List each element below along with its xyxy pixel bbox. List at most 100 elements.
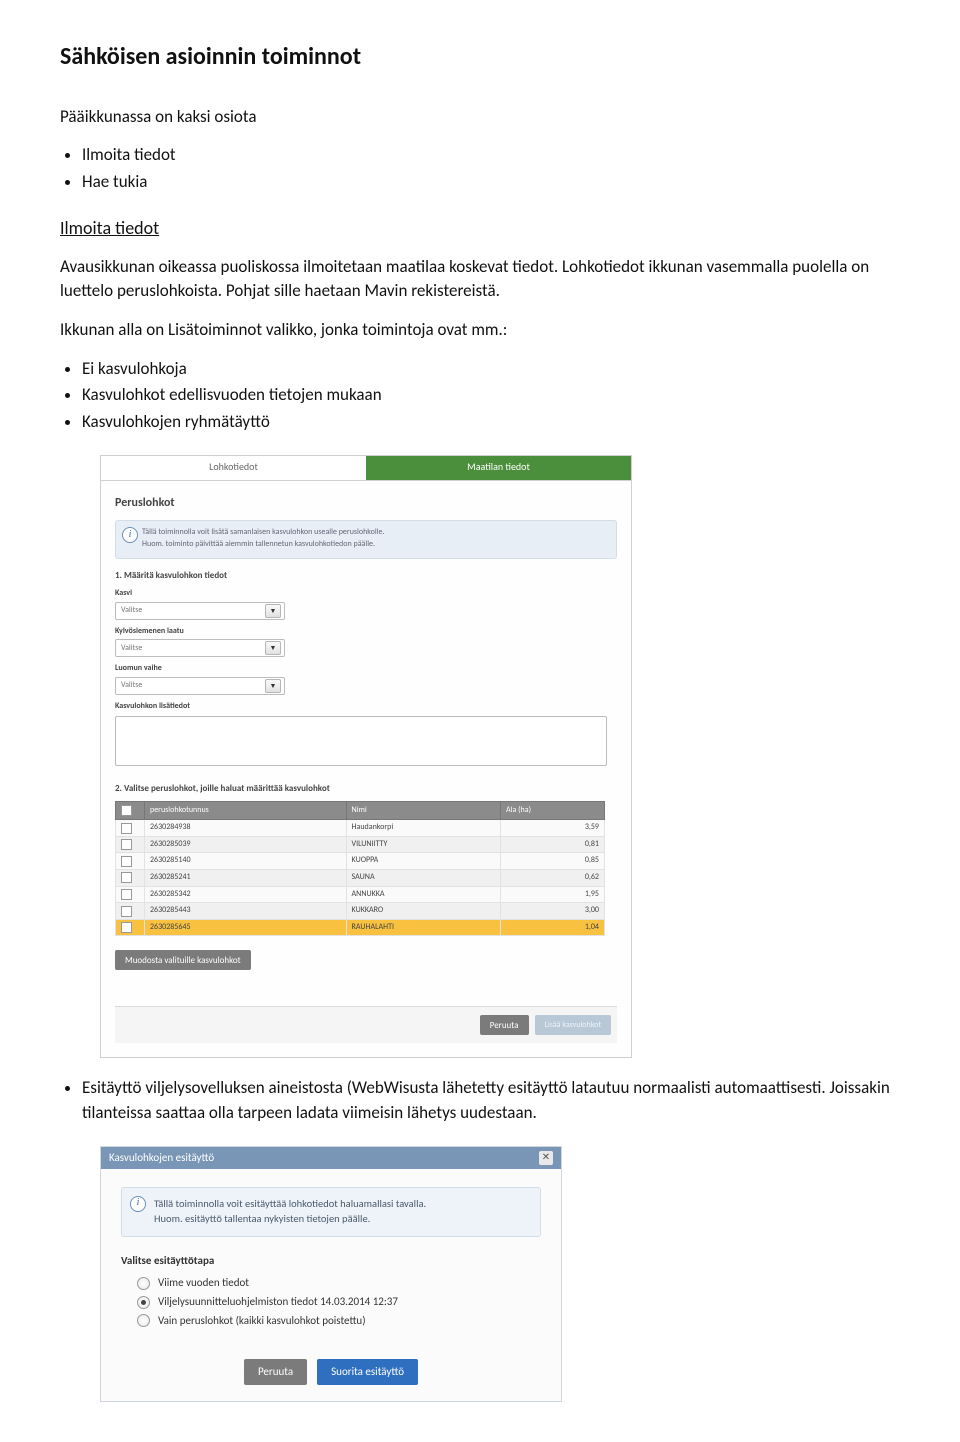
peruuta-button[interactable]: Peruuta bbox=[244, 1359, 307, 1385]
step-1-label: 1. Määritä kasvulohkon tiedot bbox=[115, 569, 617, 582]
footer-buttons: Peruuta Lisää kasvulohkot bbox=[115, 1006, 617, 1043]
info-box: i Tällä toiminnolla voit esitäyttää lohk… bbox=[121, 1187, 541, 1237]
paragraph: Ikkunan alla on Lisätoiminnot valikko, j… bbox=[60, 318, 900, 343]
info-text: Huom. esitäyttö tallentaa nykyisten tiet… bbox=[154, 1211, 530, 1226]
btn-line2: kasvulohkot bbox=[562, 1021, 601, 1030]
cell-tunnus: 2630285241 bbox=[145, 870, 347, 887]
row-checkbox[interactable] bbox=[121, 872, 132, 883]
page-title: Sähköisen asioinnin toiminnot bbox=[60, 40, 900, 75]
row-checkbox[interactable] bbox=[121, 823, 132, 834]
main-bullets: Ilmoita tiedot Hae tukia bbox=[82, 143, 900, 194]
radio-icon bbox=[137, 1314, 150, 1327]
info-text: Huom. toiminto päivittää aiemmin tallenn… bbox=[142, 539, 608, 551]
cell-tunnus: 2630285645 bbox=[145, 919, 347, 936]
chevron-down-icon: ▼ bbox=[265, 641, 281, 655]
dialog-titlebar: Kasvulohkojen esitäyttö ✕ bbox=[101, 1147, 561, 1169]
tab-maatilan-tiedot[interactable]: Maatilan tiedot bbox=[366, 456, 631, 480]
table-row[interactable]: 2630284938Haudankorpi3,59 bbox=[116, 820, 605, 837]
intro-text: Pääikkunassa on kaksi osiota bbox=[60, 105, 900, 130]
info-icon: i bbox=[130, 1196, 146, 1212]
field-label-lisatiedot: Kasvulohkon lisätiedot bbox=[115, 701, 617, 713]
row-checkbox[interactable] bbox=[121, 906, 132, 917]
cell-ala: 1,04 bbox=[501, 919, 605, 936]
field-label-kylvo: Kylvösiemenen laatu bbox=[115, 626, 617, 638]
cell-nimi: KUKKARO bbox=[346, 903, 500, 920]
chevron-down-icon: ▼ bbox=[265, 679, 281, 693]
cell-tunnus: 2630285039 bbox=[145, 836, 347, 853]
radio-icon bbox=[137, 1277, 150, 1290]
row-checkbox[interactable] bbox=[121, 889, 132, 900]
radio-label: Viime vuoden tiedot bbox=[158, 1275, 249, 1291]
checkbox-all[interactable] bbox=[121, 805, 132, 816]
list-item: Kasvulohkot edellisvuoden tietojen mukaa… bbox=[82, 383, 900, 408]
list-item: Ei kasvulohkoja bbox=[82, 357, 900, 382]
close-icon[interactable]: ✕ bbox=[539, 1151, 553, 1165]
radio-icon bbox=[137, 1296, 150, 1309]
screenshot-peruslohkot: Lohkotiedot Maatilan tiedot Peruslohkot … bbox=[100, 455, 632, 1059]
table-row[interactable]: 2630285241SAUNA0,62 bbox=[116, 870, 605, 887]
after-shot1-bullets: Esitäyttö viljelysovelluksen aineistosta… bbox=[82, 1076, 900, 1125]
select-value: Valitse bbox=[121, 680, 142, 692]
list-item: Esitäyttö viljelysovelluksen aineistosta… bbox=[82, 1076, 900, 1125]
screenshot-esitäyttö-dialog: Kasvulohkojen esitäyttö ✕ i Tällä toimin… bbox=[100, 1146, 562, 1402]
peruslohkot-table: peruslohkotunnus Nimi Ala (ha) 263028493… bbox=[115, 801, 605, 937]
dialog-heading: Valitse esitäyttötapa bbox=[121, 1253, 541, 1269]
radio-label: Vain peruslohkot (kaikki kasvulohkot poi… bbox=[158, 1313, 366, 1329]
cell-tunnus: 2630284938 bbox=[145, 820, 347, 837]
col-check bbox=[116, 801, 145, 820]
table-row[interactable]: 2630285039VILUNIITTY0,81 bbox=[116, 836, 605, 853]
panel-title: Peruslohkot bbox=[115, 495, 617, 512]
select-kylvo[interactable]: Valitse ▼ bbox=[115, 639, 285, 657]
cell-ala: 0,81 bbox=[501, 836, 605, 853]
row-checkbox[interactable] bbox=[121, 856, 132, 867]
cell-ala: 0,62 bbox=[501, 870, 605, 887]
table-row[interactable]: 2630285443KUKKARO3,00 bbox=[116, 903, 605, 920]
chevron-down-icon: ▼ bbox=[265, 604, 281, 618]
radio-label: Viljelysuunnitteluohjelmiston tiedot 14.… bbox=[158, 1294, 398, 1310]
row-checkbox[interactable] bbox=[121, 839, 132, 850]
cell-tunnus: 2630285140 bbox=[145, 853, 347, 870]
radio-option-3[interactable]: Vain peruslohkot (kaikki kasvulohkot poi… bbox=[137, 1313, 541, 1329]
muodosta-button[interactable]: Muodosta valituille kasvulohkot bbox=[115, 950, 251, 970]
peruuta-button[interactable]: Peruuta bbox=[480, 1015, 529, 1035]
row-checkbox[interactable] bbox=[121, 922, 132, 933]
radio-option-2[interactable]: Viljelysuunnitteluohjelmiston tiedot 14.… bbox=[137, 1294, 541, 1310]
cell-tunnus: 2630285342 bbox=[145, 886, 347, 903]
cell-nimi: Haudankorpi bbox=[346, 820, 500, 837]
dialog-title: Kasvulohkojen esitäyttö bbox=[109, 1150, 214, 1166]
cell-nimi: SAUNA bbox=[346, 870, 500, 887]
lisaa-kasvulohkot-button[interactable]: Lisää kasvulohkot bbox=[535, 1015, 612, 1035]
select-kasvi[interactable]: Valitse ▼ bbox=[115, 602, 285, 620]
section-title: Ilmoita tiedot bbox=[60, 215, 900, 241]
select-value: Valitse bbox=[121, 605, 142, 617]
list-item: Hae tukia bbox=[82, 170, 900, 195]
dialog-footer: Peruuta Suorita esitäyttö bbox=[121, 1359, 541, 1385]
cell-nimi: KUOPPA bbox=[346, 853, 500, 870]
info-text: Tällä toiminnolla voit esitäyttää lohkot… bbox=[154, 1196, 530, 1211]
cell-ala: 0,85 bbox=[501, 853, 605, 870]
step-2-label: 2. Valitse peruslohkot, joille haluat mä… bbox=[115, 782, 617, 795]
col-tunnus: peruslohkotunnus bbox=[145, 801, 347, 820]
col-nimi: Nimi bbox=[346, 801, 500, 820]
cell-tunnus: 2630285443 bbox=[145, 903, 347, 920]
table-row[interactable]: 2630285645RAUHALAHTI1,04 bbox=[116, 919, 605, 936]
table-row[interactable]: 2630285342ANNUKKA1,95 bbox=[116, 886, 605, 903]
col-ala: Ala (ha) bbox=[501, 801, 605, 820]
table-row[interactable]: 2630285140KUOPPA0,85 bbox=[116, 853, 605, 870]
suorita-esitäyttö-button[interactable]: Suorita esitäyttö bbox=[317, 1359, 418, 1385]
cell-nimi: ANNUKKA bbox=[346, 886, 500, 903]
radio-option-1[interactable]: Viime vuoden tiedot bbox=[137, 1275, 541, 1291]
field-label-luomu: Luomun vaihe bbox=[115, 663, 617, 675]
select-luomu[interactable]: Valitse ▼ bbox=[115, 677, 285, 695]
tab-lohkotiedot[interactable]: Lohkotiedot bbox=[101, 456, 366, 480]
info-box: i Tällä toiminnolla voit lisätä samanlai… bbox=[115, 520, 617, 559]
btn-line1: Lisää bbox=[545, 1021, 561, 1030]
lisatiedot-textarea[interactable] bbox=[115, 716, 607, 766]
info-icon: i bbox=[122, 527, 138, 543]
info-text: Tällä toiminnolla voit lisätä samanlaise… bbox=[142, 527, 608, 539]
cell-ala: 3,00 bbox=[501, 903, 605, 920]
select-value: Valitse bbox=[121, 643, 142, 655]
cell-ala: 1,95 bbox=[501, 886, 605, 903]
field-label-kasvi: Kasvi bbox=[115, 588, 617, 600]
paragraph: Avausikkunan oikeassa puoliskossa ilmoit… bbox=[60, 255, 900, 304]
